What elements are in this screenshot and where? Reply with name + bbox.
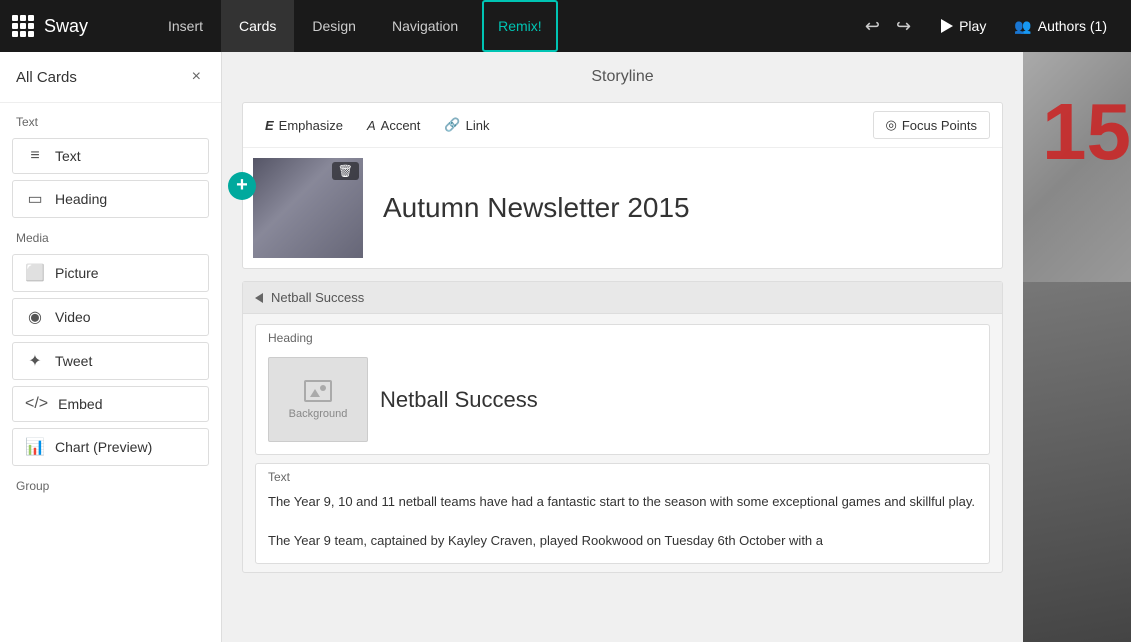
video-card-icon: ◉ (25, 307, 45, 327)
accent-button[interactable]: A Accent (357, 113, 430, 138)
sidebar-item-tweet[interactable]: ✦ Tweet (12, 342, 209, 380)
right-panel-top: 15 (1023, 52, 1131, 282)
right-panel-person (1023, 282, 1131, 642)
sidebar: All Cards × Text ≡ Text ▭ Heading Media … (0, 52, 222, 642)
app-grid-icon[interactable] (12, 15, 34, 37)
storyline-header: Storyline (222, 52, 1023, 102)
heading-card-icon: ▭ (25, 189, 45, 209)
netball-heading-text[interactable]: Netball Success (380, 387, 538, 413)
sidebar-item-chart[interactable]: 📊 Chart (Preview) (12, 428, 209, 466)
main-heading-card: E Emphasize A Accent 🔗 Link (242, 102, 1003, 269)
text-card-label: Text (256, 464, 989, 488)
top-navigation: Sway Insert Cards Design Navigation Remi… (0, 0, 1131, 52)
sidebar-item-heading[interactable]: ▭ Heading (12, 180, 209, 218)
sidebar-item-video[interactable]: ◉ Video (12, 298, 209, 336)
sidebar-title: All Cards (16, 69, 77, 86)
sidebar-header: All Cards × (0, 52, 221, 103)
sidebar-media-label: Media (0, 221, 221, 251)
sidebar-item-video-label: Video (55, 309, 91, 325)
sidebar-item-heading-label: Heading (55, 191, 107, 207)
link-button[interactable]: 🔗 Link (434, 112, 499, 138)
inner-card-content: Background Netball Success (256, 349, 989, 454)
sidebar-item-tweet-label: Tweet (55, 353, 92, 369)
main-card-container: + E Emphasize A Accent 🔗 Link (242, 102, 1003, 269)
sidebar-item-embed-label: Embed (58, 396, 102, 412)
authors-icon: 👥 (1014, 18, 1031, 35)
netball-section-title: Netball Success (271, 290, 364, 305)
authors-button[interactable]: 👥 Authors (1) (1002, 12, 1119, 41)
nav-remix[interactable]: Remix! (482, 0, 558, 52)
nav-menu: Insert Cards Design Navigation Remix! (150, 0, 564, 52)
emphasize-icon: E (265, 118, 274, 133)
main-area: All Cards × Text ≡ Text ▭ Heading Media … (0, 52, 1131, 642)
add-card-button[interactable]: + (228, 172, 256, 200)
nav-design[interactable]: Design (294, 0, 374, 52)
text-card-body: The Year 9, 10 and 11 netball teams have… (256, 488, 989, 563)
placeholder-image-icon (304, 380, 332, 402)
undo-redo-group: ↩ ↪ (851, 12, 925, 41)
play-triangle-icon (941, 19, 953, 33)
storyline-container: Storyline + E Emphasize A Accent (222, 52, 1023, 642)
inner-heading-card: Heading Background Netball Success (255, 324, 990, 455)
undo-button[interactable]: ↩ (859, 12, 886, 41)
main-heading-text[interactable]: Autumn Newsletter 2015 (363, 192, 690, 224)
year-number: 15 (1042, 92, 1131, 172)
cards-area: + E Emphasize A Accent 🔗 Link (222, 102, 1023, 593)
delete-image-button[interactable]: 🗑 (332, 162, 359, 180)
nav-insert[interactable]: Insert (150, 0, 221, 52)
card-content: 🗑 Autumn Newsletter 2015 (243, 148, 1002, 268)
app-logo: Sway (44, 16, 88, 37)
nav-navigation[interactable]: Navigation (374, 0, 476, 52)
play-button[interactable]: Play (929, 12, 998, 40)
sidebar-item-picture-label: Picture (55, 265, 99, 281)
sidebar-group-label: Group (0, 469, 221, 499)
sidebar-item-text[interactable]: ≡ Text (12, 138, 209, 174)
focus-icon: ◎ (886, 117, 897, 133)
inner-heading-label: Heading (256, 325, 989, 349)
card-image: 🗑 (253, 158, 363, 258)
redo-button[interactable]: ↪ (890, 12, 917, 41)
netball-card-group: Netball Success Heading Background Netba… (242, 281, 1003, 573)
text-para-1: The Year 9, 10 and 11 netball teams have… (268, 492, 977, 512)
right-panel: ‹ 15 (1023, 52, 1131, 642)
tweet-card-icon: ✦ (25, 351, 45, 371)
sidebar-item-chart-label: Chart (Preview) (55, 439, 152, 455)
nav-cards[interactable]: Cards (221, 0, 294, 52)
logo-area: Sway (0, 15, 150, 37)
sidebar-item-picture[interactable]: ⬜ Picture (12, 254, 209, 292)
netball-text-card: Text The Year 9, 10 and 11 netball teams… (255, 463, 990, 564)
text-card-icon: ≡ (25, 147, 45, 165)
focus-points-button[interactable]: ◎ Focus Points (873, 111, 991, 139)
link-icon: 🔗 (444, 117, 460, 133)
text-para-2: The Year 9 team, captained by Kayley Cra… (268, 531, 977, 551)
emphasize-button[interactable]: E Emphasize (255, 113, 353, 138)
nav-right-area: ↩ ↪ Play 👥 Authors (1) (851, 12, 1131, 41)
picture-card-icon: ⬜ (25, 263, 45, 283)
sidebar-item-embed[interactable]: </> Embed (12, 386, 209, 422)
person-silhouette (1023, 282, 1131, 642)
sidebar-item-text-label: Text (55, 148, 81, 164)
right-panel-content: 15 (1023, 52, 1131, 642)
sidebar-close-button[interactable]: × (188, 66, 205, 88)
netball-card-header: Netball Success (243, 282, 1002, 314)
collapse-arrow-icon[interactable] (255, 293, 263, 303)
background-label: Background (289, 408, 348, 420)
accent-icon: A (367, 118, 376, 133)
background-placeholder[interactable]: Background (268, 357, 368, 442)
chart-card-icon: 📊 (25, 437, 45, 457)
card-toolbar: E Emphasize A Accent 🔗 Link (243, 103, 1002, 148)
sidebar-section-text: Text (0, 103, 221, 135)
embed-card-icon: </> (25, 395, 48, 413)
